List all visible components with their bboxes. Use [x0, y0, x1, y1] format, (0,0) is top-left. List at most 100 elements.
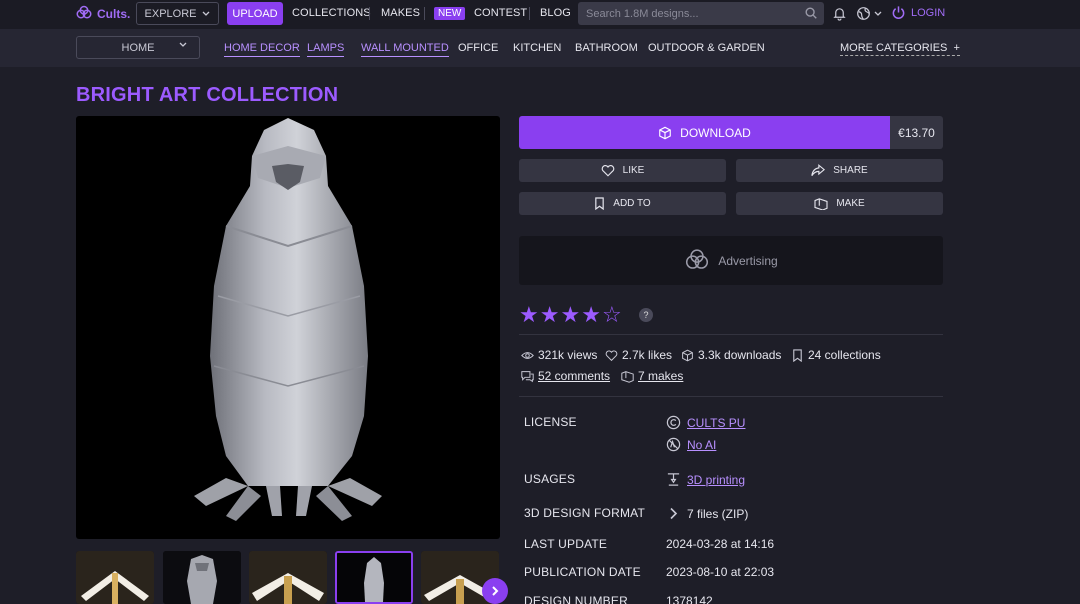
more-categories-link[interactable]: MORE CATEGORIES + [840, 42, 960, 56]
login-button[interactable]: LOGIN [891, 5, 945, 20]
chevron-down-icon [203, 11, 210, 16]
logo-text: Cults. [97, 7, 131, 21]
category-lamps[interactable]: LAMPS [307, 42, 345, 57]
next-image-button[interactable] [482, 578, 508, 604]
search-icon[interactable] [804, 6, 818, 20]
likes-stat: 2.7k likes [605, 348, 672, 362]
share-icon [811, 164, 826, 177]
category-kitchen[interactable]: KITCHEN [513, 42, 561, 54]
nav-makes[interactable]: MAKES [381, 7, 420, 19]
make-label: MAKE [836, 198, 865, 209]
home-select[interactable]: HOME [76, 36, 200, 59]
advertising-box: Advertising [519, 236, 943, 285]
thumbnail-image [249, 551, 327, 604]
format-toggle[interactable]: 7 files (ZIP) [666, 506, 748, 521]
thumbnail[interactable] [76, 551, 154, 604]
more-categories-label: MORE CATEGORIES [840, 42, 948, 54]
like-button[interactable]: LIKE [519, 159, 726, 182]
nav-blog[interactable]: BLOG [540, 7, 571, 19]
page-title: BRIGHT ART COLLECTION [76, 84, 339, 106]
category-bathroom[interactable]: BATHROOM [575, 42, 638, 54]
thumbnail-image [337, 553, 411, 602]
star-filled-icon: ★ [560, 302, 581, 327]
globe-icon[interactable] [856, 6, 871, 21]
comment-icon [521, 370, 534, 382]
heart-icon [605, 349, 618, 361]
upload-button[interactable]: UPLOAD [227, 2, 283, 25]
nav-divider [424, 7, 425, 20]
format-value: 7 files (ZIP) [687, 506, 749, 521]
download-label: DOWNLOAD [680, 125, 751, 140]
divider [519, 396, 943, 397]
share-button[interactable]: SHARE [736, 159, 943, 182]
star-filled-icon: ★ [539, 302, 560, 327]
publication-date-value: 2023-08-10 at 22:03 [666, 565, 775, 579]
no-ai-icon [666, 437, 681, 452]
usages-label: USAGES [524, 472, 576, 486]
make-button[interactable]: MAKE [736, 192, 943, 215]
makes-count: 7 makes [638, 369, 684, 383]
cults-logo[interactable]: Cults. [75, 5, 130, 23]
star-filled-icon: ★ [519, 302, 539, 327]
thumbnail-image [163, 551, 241, 604]
chevron-down-icon[interactable] [874, 11, 882, 17]
thumbnail[interactable] [249, 551, 327, 604]
eagle-sculpture-image [194, 118, 382, 521]
star-empty-icon: ☆ [601, 302, 622, 327]
power-icon [892, 6, 905, 19]
last-update-label: LAST UPDATE [524, 537, 608, 551]
license-value: CULTS PU [687, 415, 746, 430]
chevron-down-icon [179, 42, 187, 47]
explore-label: EXPLORE [144, 7, 197, 20]
downloads-count: 3.3k downloads [698, 348, 782, 362]
downloads-stat: 3.3k downloads [681, 348, 781, 362]
makes-link[interactable]: 7 makes [621, 369, 683, 383]
no-ai-link[interactable]: No AI [666, 437, 716, 452]
publication-date-label: PUBLICATION DATE [524, 565, 641, 579]
explore-button[interactable]: EXPLORE [136, 2, 219, 25]
rating-stars[interactable]: ★ ★ ★ ★ ☆ [519, 304, 622, 326]
category-outdoor-garden[interactable]: OUTDOOR & GARDEN [648, 42, 765, 54]
home-select-label: HOME [121, 41, 155, 54]
likes-count: 2.7k likes [622, 348, 673, 362]
category-bar: HOME HOME DECOR LAMPS WALL MOUNTED OFFIC… [0, 29, 1080, 67]
bell-icon[interactable] [832, 6, 847, 21]
make-icon [621, 370, 634, 383]
cube-icon [682, 349, 693, 361]
main-product-image[interactable] [76, 116, 500, 539]
heart-icon [601, 165, 614, 177]
add-to-button[interactable]: ADD TO [519, 192, 726, 215]
usages-link[interactable]: 3D printing [666, 472, 745, 487]
thumbnail[interactable] [163, 551, 241, 604]
design-number-label: DESIGN NUMBER [524, 594, 628, 604]
license-label: LICENSE [524, 415, 577, 429]
no-ai-value: No AI [687, 437, 717, 452]
category-wall-mounted[interactable]: WALL MOUNTED [361, 42, 449, 57]
like-label: LIKE [622, 165, 645, 176]
nav-contest[interactable]: CONTEST [474, 7, 527, 19]
login-label: LOGIN [911, 6, 946, 19]
design-number-value: 1378142 [666, 594, 713, 604]
search-input[interactable] [578, 2, 824, 25]
add-to-label: ADD TO [613, 198, 651, 209]
category-office[interactable]: OFFICE [458, 42, 498, 54]
nav-divider [369, 7, 370, 20]
eye-icon [521, 351, 534, 359]
download-button[interactable]: DOWNLOAD [519, 116, 890, 149]
license-link[interactable]: CULTS PU [666, 415, 745, 430]
cults-logo-icon [686, 248, 709, 269]
cults-logo-icon [76, 5, 92, 19]
usages-value: 3D printing [687, 472, 746, 487]
make-icon [814, 197, 828, 210]
comments-link[interactable]: 52 comments [521, 369, 610, 383]
category-home-decor[interactable]: HOME DECOR [224, 42, 300, 57]
copyright-icon [666, 415, 681, 430]
advertising-label: Advertising [718, 253, 778, 268]
nav-collections[interactable]: COLLECTIONS [292, 7, 371, 19]
chevron-right-icon [492, 586, 499, 596]
chevron-right-icon [670, 507, 678, 520]
format-label: 3D DESIGN FORMAT [524, 506, 645, 520]
views-count: 321k views [538, 348, 598, 362]
rating-help-badge[interactable]: ? [639, 308, 653, 322]
thumbnail-active[interactable] [335, 551, 413, 604]
